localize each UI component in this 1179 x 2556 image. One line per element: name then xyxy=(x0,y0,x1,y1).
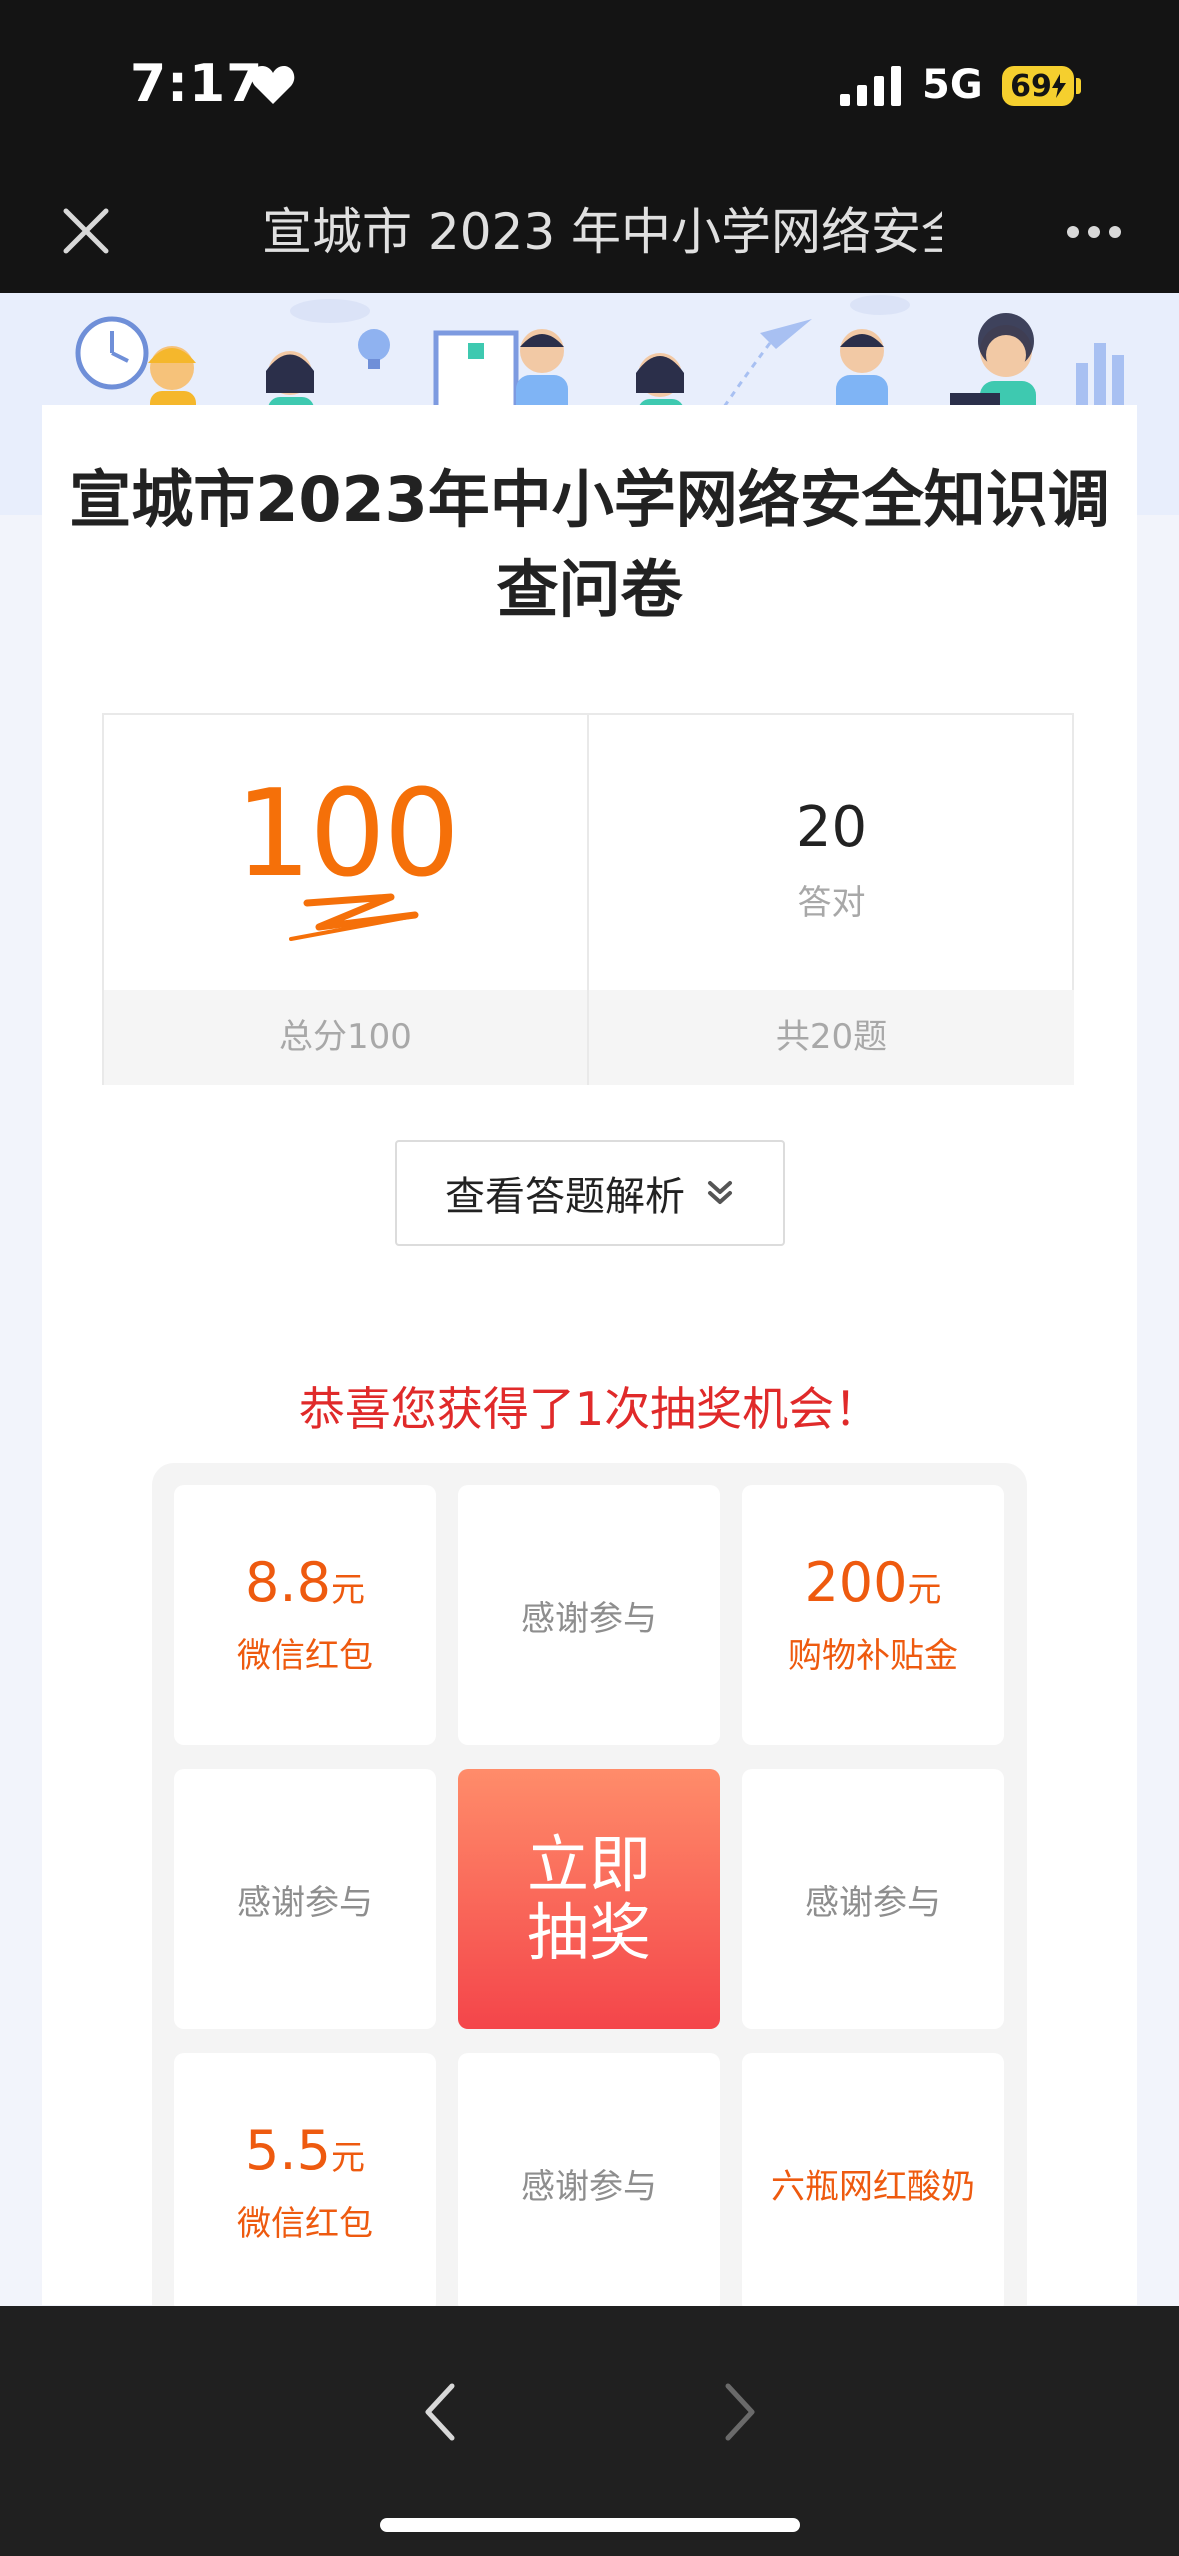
charging-icon xyxy=(1051,74,1066,98)
double-chevron-down-icon xyxy=(708,1181,732,1204)
result-card: 宣城市2023年中小学网络安全知识调查问卷 100 20 答对 总分100 共2… xyxy=(42,405,1137,2363)
prize-value: 200 xyxy=(804,1551,908,1614)
status-bar: 7:17 5G 69 xyxy=(0,0,1179,175)
prize-amount: 8.8元 xyxy=(245,1553,365,1620)
correct-label: 答对 xyxy=(797,883,866,923)
prize-name: 购物补贴金 xyxy=(788,1636,958,1676)
close-icon[interactable] xyxy=(60,205,112,257)
prize-cell: 感谢参与 xyxy=(174,1769,436,2029)
prize-amount: 200元 xyxy=(804,1553,941,1620)
prize-name: 微信红包 xyxy=(237,2204,373,2244)
signal-icon xyxy=(840,66,901,106)
home-indicator xyxy=(380,2518,800,2532)
lottery-message: 恭喜您获得了1次抽奖机会！ xyxy=(298,1382,881,1436)
prize-thanks: 感谢参与 xyxy=(521,1598,657,1639)
prize-value: 5.5 xyxy=(245,2119,331,2182)
score-underline-mark xyxy=(289,893,419,941)
status-time: 7:17 xyxy=(130,54,264,114)
prize-cell: 六瓶网红酸奶 xyxy=(742,2053,1004,2313)
view-analysis-label: 查看答题解析 xyxy=(445,1174,685,1220)
correct-count: 20 xyxy=(795,795,868,860)
lottery-grid: 8.8元 微信红包 感谢参与 200元 购物补贴金 感谢参与 立即抽奖 感谢参与… xyxy=(152,1463,1027,2363)
prize-unit: 元 xyxy=(330,2138,365,2178)
page-title: 宣城市2023年中小学网络安全知识调查问卷 xyxy=(69,463,1110,626)
prize-cell: 5.5元 微信红包 xyxy=(174,2053,436,2313)
question-total-label: 共20题 xyxy=(589,990,1074,1085)
prize-name: 微信红包 xyxy=(237,1636,373,1676)
prize-thanks: 感谢参与 xyxy=(521,2166,657,2207)
prize-cell: 感谢参与 xyxy=(458,1485,720,1745)
score-cell: 100 xyxy=(104,715,589,990)
network-label: 5G xyxy=(922,62,983,108)
prize-cell: 感谢参与 xyxy=(742,1769,1004,2029)
nav-title: 宣城市 2023 年中小学网络安全知识调查问卷 xyxy=(262,203,942,261)
battery-level: 69 xyxy=(1010,68,1052,104)
score-value: 100 xyxy=(234,765,460,904)
back-icon[interactable] xyxy=(420,2380,460,2444)
total-score-label: 总分100 xyxy=(104,990,589,1085)
nav-bar: 宣城市 2023 年中小学网络安全知识调查问卷 xyxy=(0,175,1179,293)
prize-unit: 元 xyxy=(330,1570,365,1610)
prize-unit: 元 xyxy=(907,1570,942,1610)
correct-cell: 20 答对 xyxy=(589,715,1074,990)
prize-thanks: 感谢参与 xyxy=(805,1882,941,1923)
battery-indicator: 69 xyxy=(1002,66,1074,106)
score-summary: 100 20 答对 总分100 共20题 xyxy=(102,713,1074,1085)
more-icon[interactable] xyxy=(1066,225,1122,239)
forward-icon[interactable] xyxy=(720,2380,760,2444)
prize-amount: 5.5元 xyxy=(245,2121,365,2188)
prize-value: 8.8 xyxy=(245,1551,331,1614)
prize-thanks: 感谢参与 xyxy=(237,1882,373,1923)
bottom-toolbar xyxy=(0,2306,1179,2556)
view-analysis-button[interactable]: 查看答题解析 xyxy=(395,1140,785,1246)
prize-text: 六瓶网红酸奶 xyxy=(771,2166,975,2207)
prize-cell: 200元 购物补贴金 xyxy=(742,1485,1004,1745)
prize-cell: 8.8元 微信红包 xyxy=(174,1485,436,1745)
prize-cell: 感谢参与 xyxy=(458,2053,720,2313)
heart-icon xyxy=(251,66,295,104)
draw-button[interactable]: 立即抽奖 xyxy=(458,1769,720,2029)
battery-tip xyxy=(1076,78,1081,94)
